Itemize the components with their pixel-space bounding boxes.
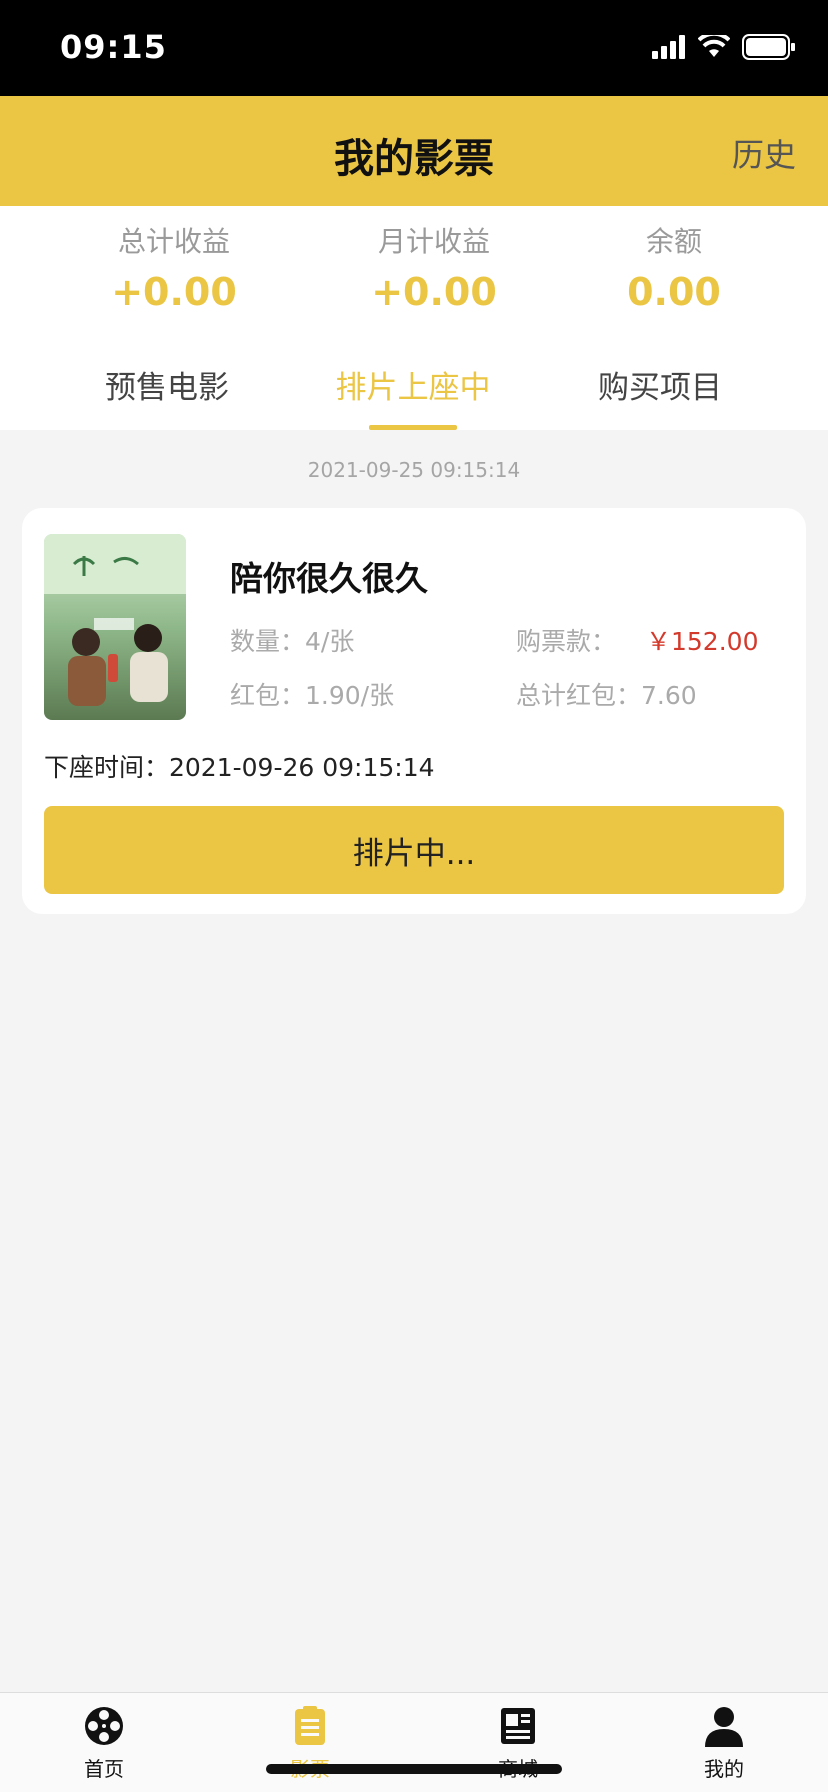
stat-value: 0.00 bbox=[627, 270, 721, 314]
newspaper-icon bbox=[501, 1708, 535, 1744]
active-tab-indicator bbox=[369, 425, 457, 430]
stat-balance: 余额 0.00 bbox=[564, 220, 784, 314]
total-red-packet: 总计红包：7.60 bbox=[516, 681, 697, 710]
status-icons bbox=[652, 34, 796, 60]
nav-item-home[interactable]: 首页 bbox=[44, 1705, 164, 1782]
nav-label: 我的 bbox=[704, 1757, 744, 1781]
tab-presale[interactable]: 预售电影 bbox=[47, 362, 287, 407]
stat-monthly-earnings: 月计收益 +0.00 bbox=[324, 220, 544, 314]
history-button[interactable]: 历史 bbox=[732, 130, 796, 176]
scheduling-button[interactable]: 排片中... bbox=[44, 806, 784, 894]
battery-icon bbox=[742, 34, 795, 60]
movie-poster[interactable] bbox=[44, 534, 186, 720]
stat-label: 余额 bbox=[645, 225, 702, 258]
status-time: 09:15 bbox=[60, 28, 167, 66]
tab-bar: 预售电影 排片上座中 购买项目 bbox=[0, 350, 828, 430]
ticket-clipboard-icon bbox=[295, 1706, 325, 1745]
stat-label: 总计收益 bbox=[117, 225, 230, 258]
stat-value: +0.00 bbox=[111, 270, 237, 314]
stat-total-earnings: 总计收益 +0.00 bbox=[64, 220, 284, 314]
home-indicator bbox=[266, 1764, 562, 1774]
tab-purchased[interactable]: 购买项目 bbox=[540, 362, 780, 407]
stat-value: +0.00 bbox=[371, 270, 497, 314]
page-title: 我的影票 bbox=[334, 136, 494, 182]
ticket-quantity: 数量：4/张 bbox=[230, 627, 355, 656]
red-packet: 红包：1.90/张 bbox=[230, 681, 395, 710]
offline-time: 下座时间：2021-09-26 09:15:14 bbox=[44, 753, 435, 782]
film-reel-icon bbox=[85, 1707, 123, 1745]
tab-scheduling[interactable]: 排片上座中 bbox=[293, 362, 533, 407]
header: 我的影票 历史 bbox=[0, 96, 828, 206]
nav-label: 首页 bbox=[84, 1757, 124, 1781]
status-bar: 09:15 bbox=[0, 0, 828, 96]
nav-item-profile[interactable]: 我的 bbox=[664, 1705, 784, 1782]
order-timestamp: 2021-09-25 09:15:14 bbox=[307, 458, 521, 482]
payment-label: 购票款： bbox=[516, 627, 617, 656]
payment-value: ￥152.00 bbox=[646, 627, 759, 656]
wifi-icon bbox=[698, 35, 730, 57]
stat-label: 月计收益 bbox=[377, 225, 490, 258]
signal-icon bbox=[652, 35, 685, 59]
bottom-nav: 首页 影票 商城 我的 bbox=[0, 1692, 828, 1792]
movie-title: 陪你很久很久 bbox=[230, 559, 428, 598]
user-icon bbox=[705, 1707, 743, 1747]
order-card: 陪你很久很久 数量：4/张 购票款： ￥152.00 红包：1.90/张 总计红… bbox=[22, 508, 806, 914]
